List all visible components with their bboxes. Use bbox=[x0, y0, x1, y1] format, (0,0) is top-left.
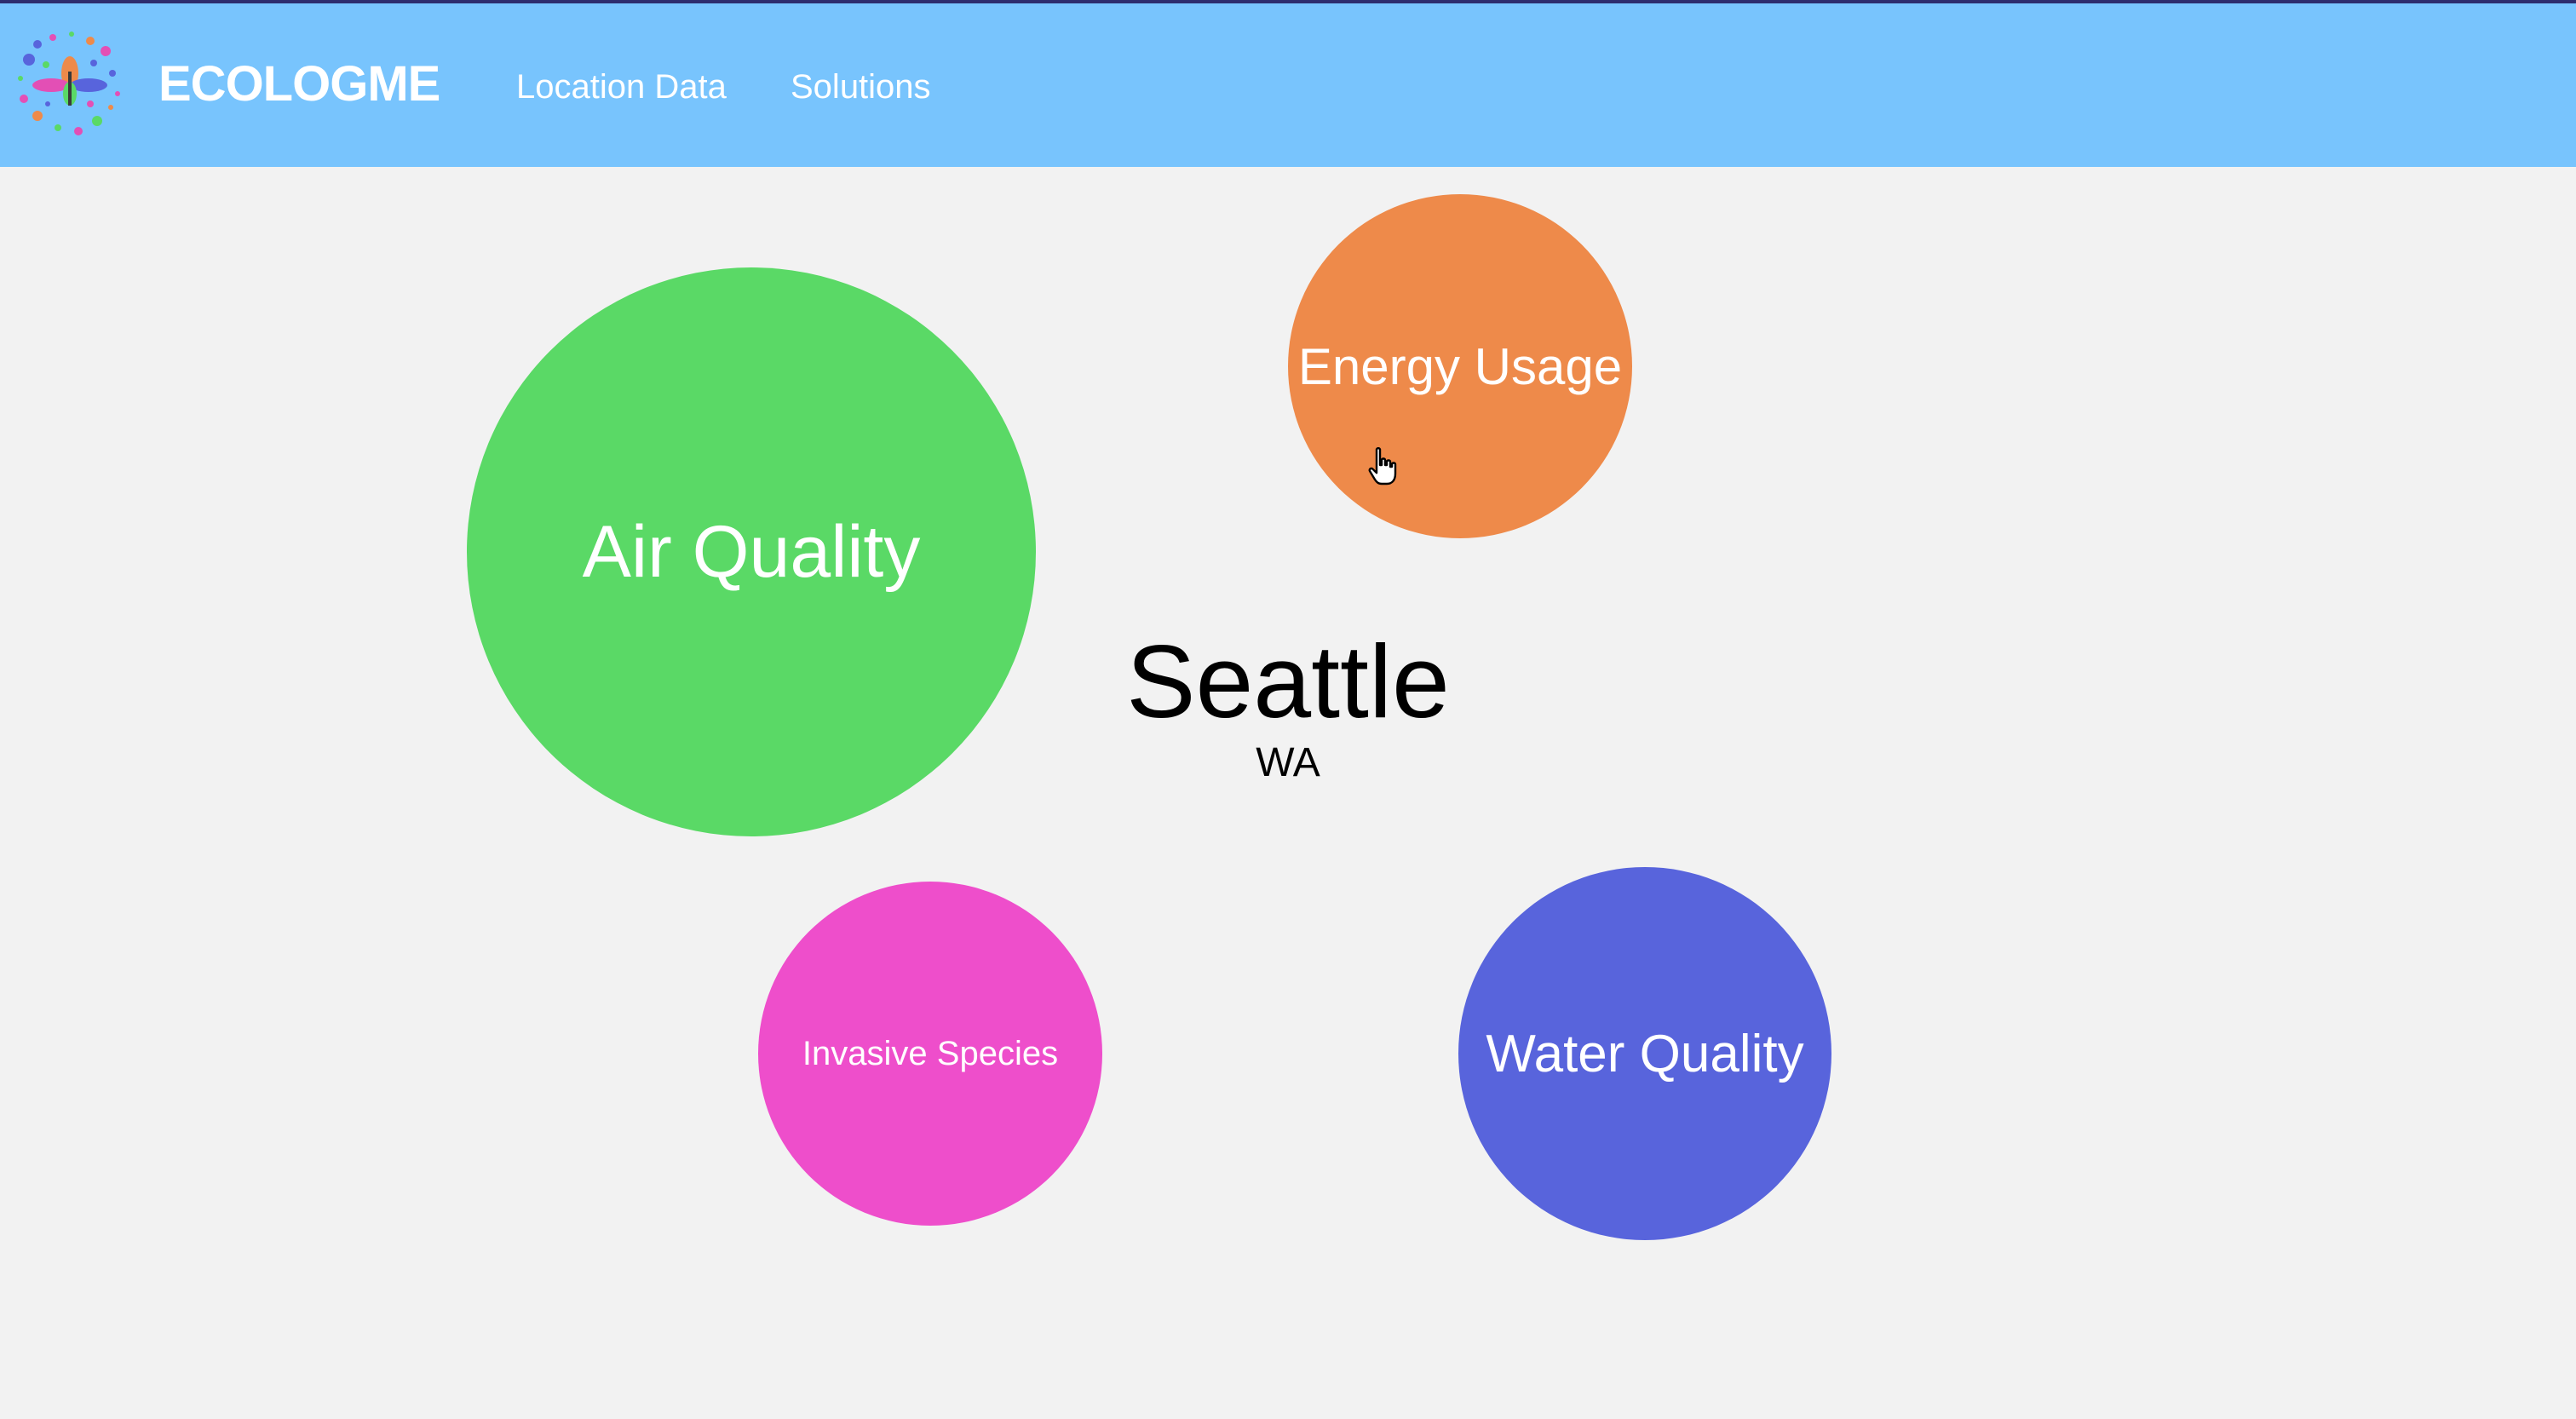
ecologme-logo-icon[interactable] bbox=[12, 26, 128, 141]
energy-usage-bubble[interactable]: Energy Usage bbox=[1288, 194, 1632, 538]
state-code: WA bbox=[1256, 740, 1320, 785]
water-quality-label: Water Quality bbox=[1486, 1024, 1804, 1083]
nav-solutions[interactable]: Solutions bbox=[791, 66, 931, 107]
air-quality-bubble[interactable]: Air Quality bbox=[467, 267, 1036, 836]
water-quality-bubble[interactable]: Water Quality bbox=[1458, 867, 1831, 1240]
brand-name[interactable]: ECOLOGME bbox=[158, 55, 440, 114]
invasive-species-bubble[interactable]: Invasive Species bbox=[758, 882, 1102, 1226]
air-quality-label: Air Quality bbox=[582, 510, 921, 593]
top-navigation-bar: ECOLOGME Location Data Solutions bbox=[0, 0, 2576, 167]
nav-location-data[interactable]: Location Data bbox=[516, 66, 727, 107]
city-name: Seattle bbox=[1126, 623, 1450, 739]
energy-usage-label: Energy Usage bbox=[1297, 337, 1623, 395]
invasive-species-label: Invasive Species bbox=[802, 1034, 1059, 1072]
hand-pointer-icon bbox=[1368, 447, 1397, 485]
